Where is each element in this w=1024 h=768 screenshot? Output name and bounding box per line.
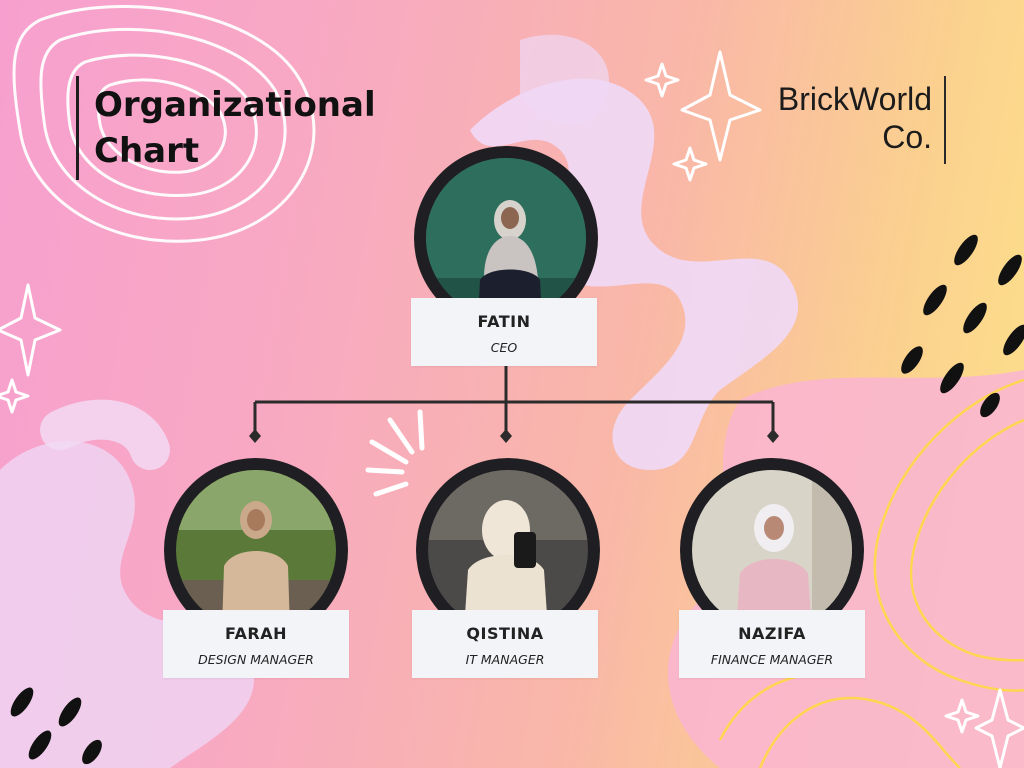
chart-title-text: Organizational Chart: [94, 85, 376, 171]
ceo-role: CEO: [490, 340, 518, 355]
finance-manager-name: NAZIFA: [738, 624, 806, 643]
ceo-label-card: FATIN CEO: [411, 298, 597, 366]
person-photo-placeholder: [692, 470, 852, 630]
connector-arrowheads: [249, 429, 779, 443]
design-manager-label-card: FARAH DESIGN MANAGER: [163, 610, 349, 678]
company-name: BrickWorld Co.: [777, 81, 932, 155]
person-photo-placeholder: [176, 470, 336, 630]
chart-title: Organizational Chart: [76, 76, 394, 180]
person-photo-placeholder: [426, 158, 586, 318]
finance-manager-role: FINANCE MANAGER: [710, 652, 834, 667]
it-manager-name: QISTINA: [466, 624, 544, 643]
finance-manager-label-card: NAZIFA FINANCE MANAGER: [679, 610, 865, 678]
burst-decoration: [365, 409, 425, 497]
design-manager-name: FARAH: [224, 624, 288, 643]
it-manager-label-card: QISTINA IT MANAGER: [412, 610, 598, 678]
company-brand: BrickWorld Co.: [752, 76, 946, 164]
ceo-name: FATIN: [477, 312, 531, 331]
it-manager-role: IT MANAGER: [465, 652, 545, 667]
design-manager-role: DESIGN MANAGER: [198, 652, 314, 667]
person-photo-placeholder: [428, 470, 588, 630]
